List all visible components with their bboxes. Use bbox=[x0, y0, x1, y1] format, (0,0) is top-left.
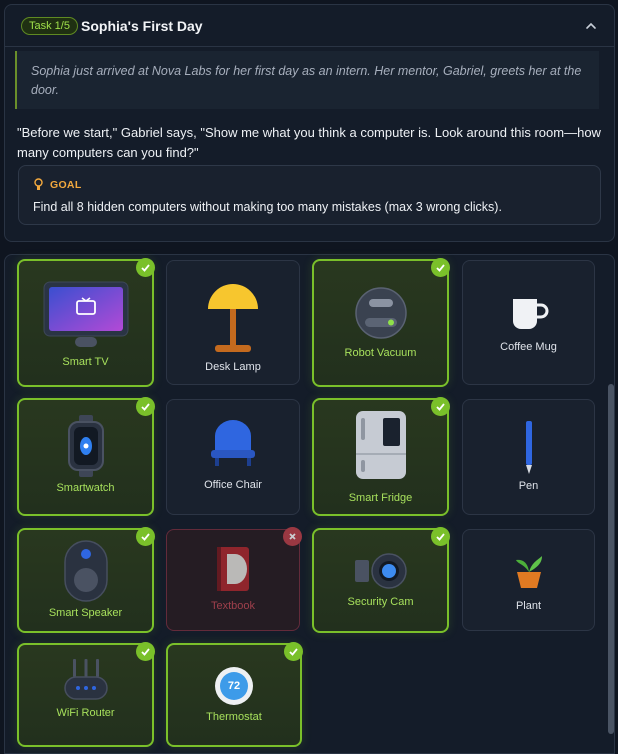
item-card-coffee-mug[interactable]: Coffee Mug bbox=[462, 260, 595, 385]
check-icon bbox=[136, 527, 155, 546]
item-card-smart-tv[interactable]: Smart TV bbox=[17, 258, 155, 387]
goal-text: Find all 8 hidden computers without maki… bbox=[33, 200, 502, 214]
narration-text: Sophia just arrived at Nova Labs for her… bbox=[15, 51, 599, 109]
item-card-smartwatch[interactable]: Smartwatch bbox=[17, 397, 155, 516]
dialogue-text: "Before we start," Gabriel says, "Show m… bbox=[17, 125, 601, 160]
wrong-mark-icon bbox=[283, 527, 302, 546]
speaker-icon bbox=[63, 540, 108, 602]
item-card-pen[interactable]: Pen bbox=[462, 399, 595, 515]
router-icon bbox=[63, 659, 108, 700]
book-icon bbox=[217, 547, 249, 591]
task-panel: Task 1/5 Sophia's First Day Sophia just … bbox=[4, 4, 615, 242]
item-label: Smart Speaker bbox=[48, 607, 123, 619]
check-icon bbox=[136, 258, 155, 277]
fridge-icon bbox=[355, 411, 406, 479]
item-label: Textbook bbox=[210, 600, 256, 612]
thermostat-icon: 72 bbox=[215, 667, 253, 705]
item-label: Plant bbox=[515, 600, 542, 612]
task-title: Sophia's First Day bbox=[81, 18, 203, 34]
goal-box: GOAL Find all 8 hidden computers without… bbox=[18, 165, 601, 225]
item-card-desk-lamp[interactable]: Desk Lamp bbox=[166, 260, 300, 385]
item-label: Office Chair bbox=[204, 479, 262, 491]
check-icon bbox=[431, 258, 450, 277]
chevron-up-icon bbox=[586, 22, 596, 29]
goal-label: GOAL bbox=[50, 179, 82, 191]
item-label: WiFi Router bbox=[56, 707, 115, 719]
item-label: Desk Lamp bbox=[205, 361, 261, 373]
check-icon bbox=[431, 527, 450, 546]
scrollbar-thumb[interactable] bbox=[608, 384, 614, 734]
item-card-textbook[interactable]: Textbook bbox=[166, 527, 302, 631]
check-icon bbox=[136, 397, 155, 416]
item-label: Coffee Mug bbox=[500, 341, 557, 353]
watch-icon bbox=[67, 415, 104, 477]
item-card-robot-vacuum[interactable]: Robot Vacuum bbox=[312, 258, 450, 387]
collapse-button[interactable] bbox=[580, 15, 602, 37]
lamp-icon bbox=[208, 284, 258, 352]
pen-icon bbox=[525, 421, 532, 474]
item-card-wifi-router[interactable]: WiFi Router bbox=[17, 642, 155, 747]
task-progress-badge: Task 1/5 bbox=[21, 17, 78, 35]
item-card-thermostat[interactable]: 72 Thermostat bbox=[166, 642, 303, 747]
lightbulb-icon bbox=[33, 178, 44, 196]
item-label: Security Cam bbox=[347, 596, 414, 608]
robot-vacuum-icon bbox=[354, 287, 407, 339]
check-icon bbox=[136, 642, 155, 661]
tv-icon bbox=[43, 281, 128, 347]
chair-icon bbox=[211, 420, 255, 466]
camera-icon bbox=[354, 553, 407, 589]
item-label: Smart TV bbox=[62, 356, 109, 368]
item-label: Thermostat bbox=[206, 711, 262, 723]
plant-icon bbox=[515, 556, 542, 588]
mug-icon bbox=[512, 299, 548, 329]
item-label: Smart Fridge bbox=[348, 492, 413, 504]
check-icon bbox=[431, 397, 450, 416]
item-label: Smartwatch bbox=[56, 482, 115, 494]
check-icon bbox=[284, 642, 303, 661]
item-card-smart-fridge[interactable]: Smart Fridge bbox=[312, 397, 450, 516]
thermostat-reading: 72 bbox=[220, 672, 248, 700]
item-card-security-cam[interactable]: Security Cam bbox=[312, 527, 450, 633]
item-label: Pen bbox=[518, 480, 539, 492]
item-label: Robot Vacuum bbox=[344, 347, 417, 359]
item-card-office-chair[interactable]: Office Chair bbox=[166, 399, 300, 515]
item-card-plant[interactable]: Plant bbox=[462, 529, 595, 631]
task-header[interactable]: Task 1/5 Sophia's First Day bbox=[5, 5, 614, 47]
item-card-smart-speaker[interactable]: Smart Speaker bbox=[17, 527, 155, 633]
